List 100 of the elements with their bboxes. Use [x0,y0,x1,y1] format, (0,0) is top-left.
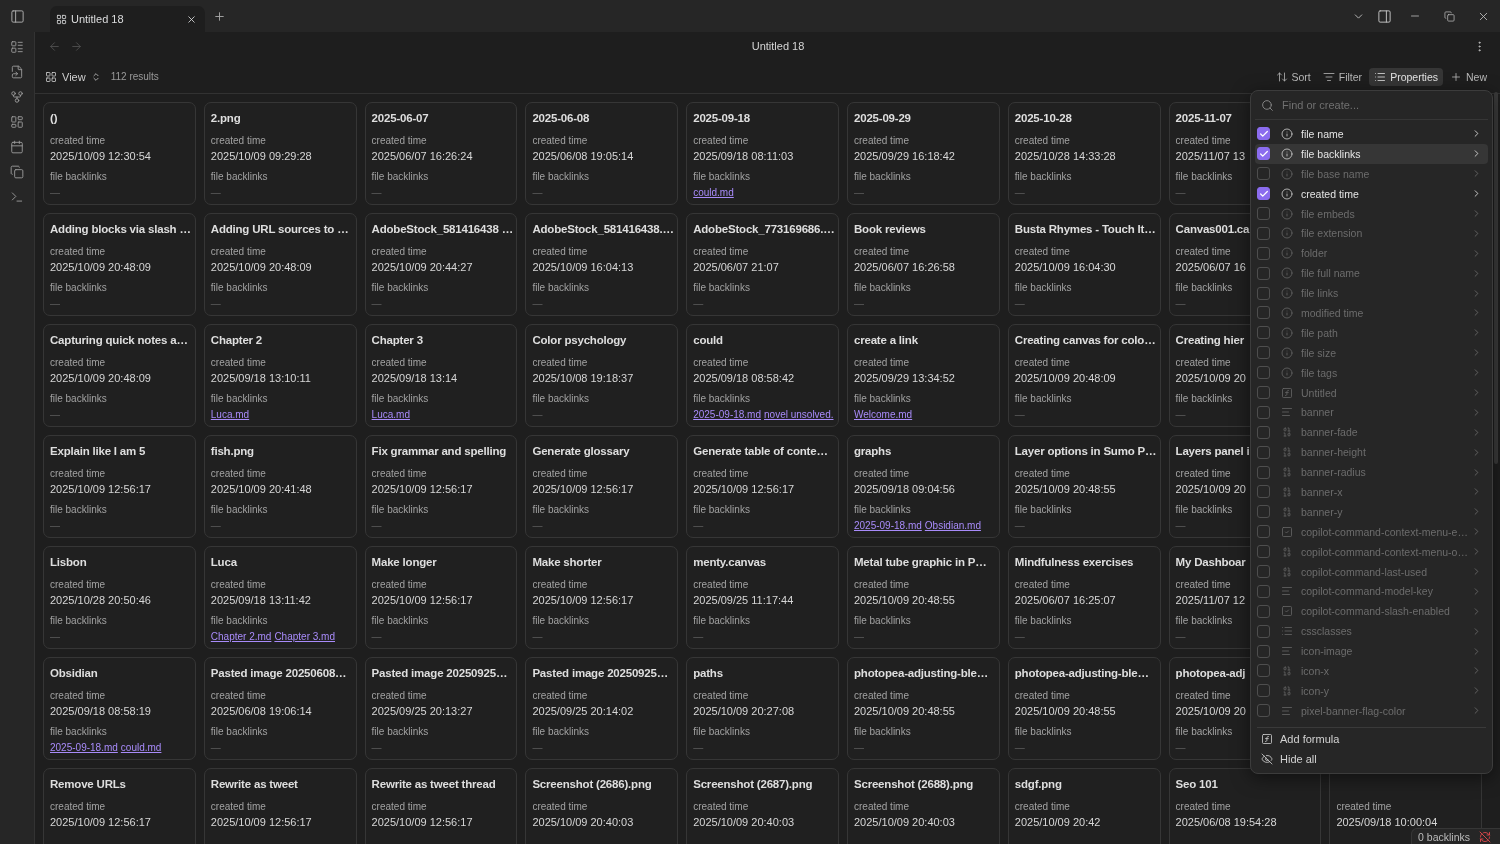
property-label: created time [50,244,106,258]
property-label: file backlinks [1175,280,1233,294]
date-value: 2025/09/18 13:10:11 [210,372,311,384]
date-value: 2025/06/07 16:25:07 [1014,594,1116,606]
property-label: file backlinks [1175,169,1233,183]
property-label: created time [1175,355,1231,369]
property-label: created time [50,577,106,591]
empty-value: — [210,740,221,755]
property-label: file backlinks [210,613,268,627]
date-value: 2025/10/08 19:18:37 [532,372,634,384]
property-label: created time [1014,577,1070,591]
property-label: created time [1014,466,1070,480]
date-value: 2025/09/18 08:58:19 [50,705,151,717]
property-label: file backlinks [532,502,590,516]
date-value: 2025/10/09 20:48:55 [854,705,955,717]
card-title: Generate table of conte… [693,444,828,459]
property-label: file backlinks [210,724,268,738]
date-value: 2025/10/09 20:41:48 [210,483,312,495]
property-label: file backlinks [854,613,911,627]
property-label: created time [532,688,588,702]
empty-value: — [1175,407,1186,422]
date-value: 2025/10/09 12:56:17 [50,483,151,495]
property-label: created time [693,466,749,480]
property-label: created time [854,244,909,258]
card-title: Pasted image 20250608… [210,666,347,681]
property-label: file backlinks [371,169,429,183]
property-label: created time [1175,466,1231,480]
property-label: created time [854,355,909,369]
date-value: 2025/09/18 09:04:56 [854,483,955,495]
date-value: 2025/10/09 12:56:17 [371,816,473,828]
card-title: Adding blocks via slash … [50,222,190,237]
property-label: file backlinks [210,169,268,183]
property-label: file backlinks [50,391,107,405]
property-label: file backlinks [854,169,911,183]
property-label: file backlinks [854,502,911,516]
card-title: 2025-06-08 [532,111,590,126]
date-value: 2025/10/09 12:56:17 [532,483,634,495]
empty-value: — [693,296,704,311]
card-title: My Dashboar [1175,555,1246,570]
date-value: 2025/06/07 21:07 [693,261,779,273]
property-label: created time [1336,799,1392,813]
date-value: 2025/10/09 20:42 [1014,816,1101,828]
empty-value: — [210,185,221,200]
property-label: created time [371,355,427,369]
property-label: file backlinks [854,280,911,294]
property-label: file backlinks [532,724,590,738]
date-value: 2025/10/09 12:56:17 [210,816,312,828]
card-title: Explain like I am 5 [50,444,146,459]
date-value: 2025/06/07 16 [1175,261,1246,273]
date-value: 2025/11/07 12 [1175,594,1246,606]
card-title: Capturing quick notes a… [50,333,188,348]
property-label: file backlinks [1014,502,1072,516]
property-label: created time [854,466,909,480]
property-label: created time [532,577,588,591]
empty-value: — [1014,740,1025,755]
property-label: created time [693,133,749,147]
property-label: created time [210,244,266,258]
empty-value: — [50,296,60,311]
date-value: 2025/10/09 20:48:55 [1014,705,1116,717]
empty-value: — [1175,518,1186,533]
card-title: create a link [854,333,918,348]
card-title: AdobeStock_773169686.… [693,222,833,237]
date-value: 2025/06/07 16:26:24 [371,150,473,162]
date-value: 2025/09/25 20:14:02 [532,705,634,717]
date-value: 2025/10/09 12:30:54 [50,150,151,162]
card-title: Chapter 3 [371,333,423,348]
empty-value: — [1014,518,1025,533]
property-label: created time [210,688,266,702]
property-label: file backlinks [693,169,750,183]
date-value: 2025/09/29 13:34:52 [854,372,955,384]
empty-value: — [371,185,382,200]
date-value: 2025/10/09 12:56:17 [371,594,473,606]
date-value: 2025/06/08 19:06:14 [210,705,312,717]
empty-value: — [50,407,60,422]
date-value: 2025/10/09 20:40:03 [693,816,795,828]
property-label: created time [371,244,427,258]
card-title: Make shorter [532,555,602,570]
empty-value: — [1175,185,1186,200]
card-title: Chapter 2 [210,333,263,348]
empty-value: — [1175,740,1186,755]
property-label: file backlinks [854,391,911,405]
card-title: Generate glossary [532,444,630,459]
card-title: Rewrite as tweet thread [371,777,496,792]
property-label: file backlinks [371,724,429,738]
property-label: created time [210,133,266,147]
empty-value: — [854,185,864,200]
property-label: file backlinks [50,613,107,627]
date-value: 2025/10/09 20 [1175,372,1246,384]
empty-value: — [854,740,864,755]
card-title: Color psychology [532,333,627,348]
property-label: file backlinks [1014,280,1072,294]
date-value: 2025/06/08 19:54:28 [1175,816,1277,828]
property-label: created time [854,688,909,702]
card-title: 2025-10-28 [1014,111,1072,126]
date-value: 2025/10/09 12:56:17 [532,594,634,606]
property-label: created time [854,799,909,813]
date-value: 2025/10/09 20:48:55 [1014,483,1116,495]
empty-value: — [532,518,543,533]
card-title: Canvas001.ca [1175,222,1250,237]
property-label: file backlinks [50,169,107,183]
